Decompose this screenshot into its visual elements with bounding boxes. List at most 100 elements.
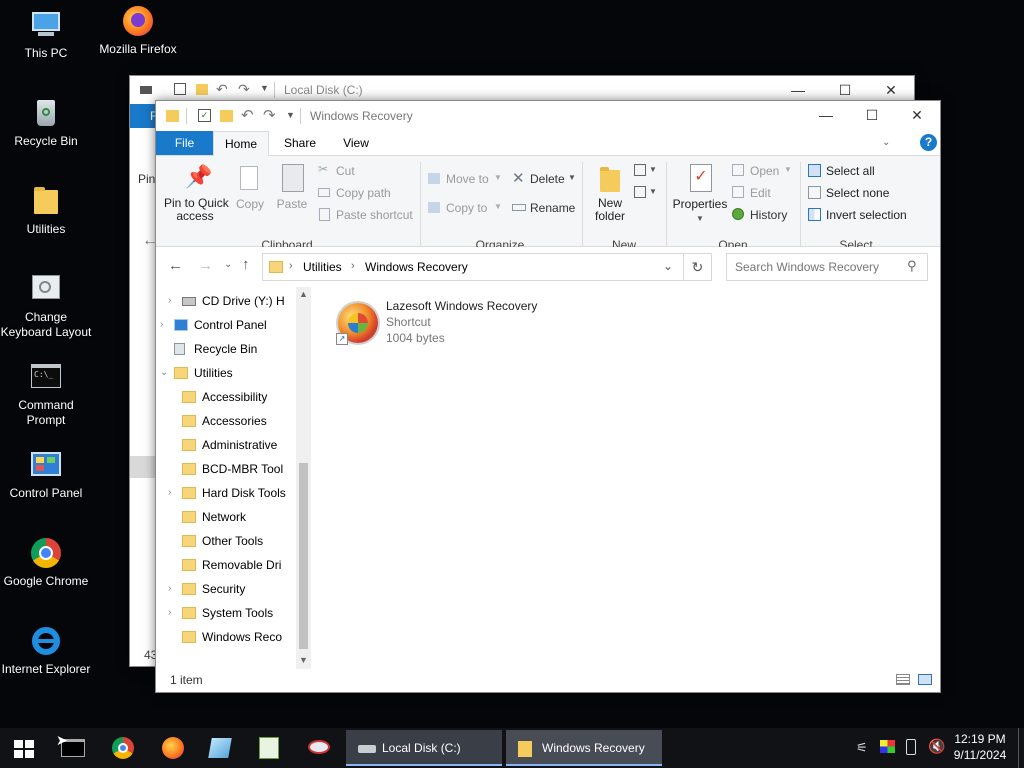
file-list[interactable]: ↗ Lazesoft Windows Recovery Shortcut 100… xyxy=(316,287,938,669)
move-to-button[interactable]: Move to ▼ xyxy=(428,170,508,188)
copy-to-button[interactable]: Copy to ▼ xyxy=(428,199,508,217)
up-button[interactable]: ↑ xyxy=(242,256,250,273)
large-icons-view-icon[interactable] xyxy=(918,674,932,685)
desktop-icon-internet-explorer[interactable]: Internet Explorer xyxy=(0,624,92,677)
copy-path-button[interactable]: Copy path xyxy=(318,184,418,202)
redo-icon[interactable]: ↷ xyxy=(263,106,276,124)
select-none-button[interactable]: Select none xyxy=(808,184,918,202)
tree-item[interactable]: Recycle Bin xyxy=(156,337,296,361)
tree-item[interactable]: Removable Dri xyxy=(156,553,296,577)
taskbar-app-2[interactable] xyxy=(246,728,292,768)
network-icon[interactable]: ⚟ xyxy=(856,740,868,756)
paste-button[interactable]: Paste xyxy=(274,164,310,226)
titlebar[interactable]: ✓ ↶ ↷ ▼ Windows Recovery — ☐ ✕ xyxy=(156,101,940,131)
invert-selection-button[interactable]: Invert selection xyxy=(808,206,936,224)
desktop-icon-change-keyboard-layout[interactable]: Change Keyboard Layout xyxy=(0,272,92,340)
display-settings-icon[interactable] xyxy=(880,740,895,753)
desktop-icon-firefox[interactable]: Mozilla Firefox xyxy=(92,4,184,57)
volume-muted-icon[interactable]: 🔇 xyxy=(928,738,945,755)
cut-button[interactable]: ✂ Cut xyxy=(318,162,418,180)
tree-item[interactable]: Windows Reco xyxy=(156,625,296,649)
minimize-button[interactable]: — xyxy=(803,101,849,130)
tree-item[interactable]: Accessibility xyxy=(156,385,296,409)
taskbar-app-3[interactable] xyxy=(296,728,342,768)
history-button[interactable]: History xyxy=(732,206,798,224)
desktop-icon-this-pc[interactable]: This PC xyxy=(0,8,92,61)
new-item-button[interactable]: ▼ xyxy=(634,162,658,180)
taskbar-firefox[interactable] xyxy=(150,728,196,768)
tree-item[interactable]: BCD-MBR Tool xyxy=(156,457,296,481)
scroll-up-icon[interactable]: ▲ xyxy=(299,289,308,299)
expand-chevron-icon[interactable]: › xyxy=(168,289,171,313)
tree-item[interactable]: › CD Drive (Y:) H xyxy=(156,289,296,313)
recent-locations-chevron-icon[interactable]: ⌄ xyxy=(224,259,232,270)
easy-access-button[interactable]: ▼ xyxy=(634,184,658,202)
select-all-button[interactable]: Select all xyxy=(808,162,918,180)
desktop-icon-utilities[interactable]: Utilities xyxy=(0,184,92,237)
tree-item[interactable]: Network xyxy=(156,505,296,529)
tab-file[interactable]: File xyxy=(156,131,213,155)
undo-icon[interactable]: ↶ xyxy=(241,106,254,124)
quick-access-chevron-icon[interactable]: ▼ xyxy=(286,110,295,120)
search-input[interactable]: Search Windows Recovery xyxy=(735,260,879,274)
collapse-chevron-icon[interactable]: ⌄ xyxy=(160,361,168,385)
paste-shortcut-button[interactable]: Paste shortcut xyxy=(318,206,418,224)
show-desktop-button[interactable] xyxy=(1018,728,1024,768)
tree-item[interactable]: Other Tools xyxy=(156,529,296,553)
expand-chevron-icon[interactable]: › xyxy=(168,481,171,505)
maximize-button[interactable]: ☐ xyxy=(849,101,895,130)
explorer-window[interactable]: ✓ ↶ ↷ ▼ Windows Recovery — ☐ ✕ File Home… xyxy=(155,100,941,693)
taskbar-window-windows-recovery[interactable]: Windows Recovery xyxy=(506,730,662,766)
tree-item[interactable]: Administrative xyxy=(156,433,296,457)
expand-chevron-icon[interactable]: › xyxy=(168,601,171,625)
back-button[interactable]: ← xyxy=(168,257,183,274)
desktop-icon-chrome[interactable]: Google Chrome xyxy=(0,536,92,589)
expand-chevron-icon[interactable]: › xyxy=(160,313,163,337)
taskbar-chrome[interactable] xyxy=(100,728,146,768)
tab-view[interactable]: View xyxy=(328,131,384,155)
forward-button[interactable]: → xyxy=(198,257,213,274)
tree-item[interactable]: › Hard Disk Tools xyxy=(156,481,296,505)
taskbar-window-local-disk[interactable]: Local Disk (C:) xyxy=(346,730,502,766)
file-item[interactable]: ↗ Lazesoft Windows Recovery Shortcut 100… xyxy=(334,295,594,349)
navigation-pane[interactable]: › CD Drive (Y:) H › Control Panel Recycle Bi… xyxy=(156,287,312,669)
tree-item[interactable]: › Security xyxy=(156,577,296,601)
pin-to-quick-access-button[interactable]: 📌 Pin to Quick access xyxy=(164,164,229,226)
search-box[interactable]: Search Windows Recovery ⚲ xyxy=(726,253,928,281)
expand-chevron-icon[interactable]: › xyxy=(168,577,171,601)
open-button[interactable]: Open ▼ xyxy=(732,162,798,180)
refresh-button[interactable]: ↻ xyxy=(684,253,712,281)
tab-share[interactable]: Share xyxy=(272,131,328,155)
address-bar[interactable]: › Utilities › Windows Recovery ⌄ xyxy=(262,253,684,281)
taskbar-app-1[interactable] xyxy=(198,728,244,768)
tab-home[interactable]: Home xyxy=(213,131,269,156)
rename-button[interactable]: Rename xyxy=(512,199,582,217)
address-dropdown-icon[interactable]: ⌄ xyxy=(663,259,673,273)
breadcrumb-utilities[interactable]: Utilities xyxy=(303,260,342,274)
search-icon[interactable]: ⚲ xyxy=(907,258,917,274)
back-file-tab[interactable]: F xyxy=(130,104,158,128)
desktop-icon-command-prompt[interactable]: C:\_ Command Prompt xyxy=(0,360,92,428)
edit-button[interactable]: Edit xyxy=(732,184,798,202)
help-icon[interactable]: ? xyxy=(920,134,937,151)
tree-item[interactable]: ⌄ Utilities xyxy=(156,361,296,385)
copy-button[interactable]: Copy xyxy=(232,164,268,226)
scroll-down-icon[interactable]: ▼ xyxy=(299,655,308,665)
expand-ribbon-chevron-icon[interactable]: ⌄ xyxy=(882,137,890,148)
tree-item[interactable]: Accessories xyxy=(156,409,296,433)
taskbar-command-prompt[interactable]: ➤ xyxy=(50,728,96,768)
tree-item[interactable]: › Control Panel xyxy=(156,313,296,337)
close-button[interactable]: ✕ xyxy=(894,101,940,130)
tree-item[interactable]: › System Tools xyxy=(156,601,296,625)
properties-button[interactable]: ✓ Properties ▼ xyxy=(670,164,730,226)
properties-icon[interactable]: ✓ xyxy=(198,109,211,122)
usb-device-icon[interactable] xyxy=(906,739,916,755)
desktop-icon-recycle-bin[interactable]: Recycle Bin xyxy=(0,96,92,149)
scroll-thumb[interactable] xyxy=(299,463,308,649)
new-folder-icon[interactable] xyxy=(220,110,233,122)
details-view-icon[interactable] xyxy=(896,674,910,685)
new-folder-button[interactable]: New folder xyxy=(588,164,632,226)
tree-scrollbar[interactable]: ▲ ▼ xyxy=(296,287,311,669)
breadcrumb-windows-recovery[interactable]: Windows Recovery xyxy=(365,260,468,274)
delete-button[interactable]: ✕ Delete ▼ xyxy=(512,170,582,188)
